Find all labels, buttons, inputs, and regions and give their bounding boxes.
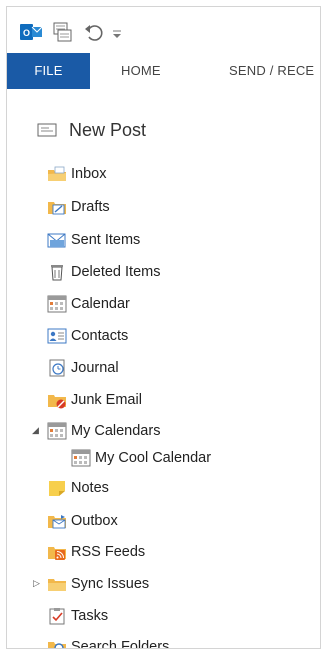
folder-label: Contacts <box>71 328 129 344</box>
folder-label: Tasks <box>71 608 109 624</box>
folder-search-folders[interactable]: Search Folders <box>47 635 170 649</box>
folder-label: Inbox <box>71 166 107 182</box>
outlook-logo-icon[interactable]: O <box>20 21 42 43</box>
journal-icon <box>49 359 65 377</box>
folder-label: Outbox <box>71 513 118 529</box>
folder-outbox[interactable]: Outbox <box>47 509 118 533</box>
drafts-icon <box>48 202 66 215</box>
folder-rss-feeds[interactable]: RSS Feeds <box>47 540 145 564</box>
search-folder-icon <box>48 642 66 648</box>
send-receive-all-icon[interactable] <box>51 21 73 43</box>
folder-deleted-items[interactable]: Deleted Items <box>47 260 160 284</box>
folder-sync-issues[interactable]: Sync Issues <box>47 572 149 596</box>
folder-contacts[interactable]: Contacts <box>47 324 128 348</box>
folder-my-calendars[interactable]: My Calendars <box>47 419 160 443</box>
rss-icon <box>48 547 66 560</box>
folder-label: Notes <box>71 480 109 496</box>
calendar-icon <box>47 422 67 440</box>
outbox-icon <box>48 515 66 529</box>
inbox-icon <box>48 166 66 181</box>
new-post-icon <box>37 123 57 137</box>
calendar-icon <box>71 449 91 467</box>
tasks-icon <box>49 608 65 625</box>
folder-my-cool-calendar[interactable]: My Cool Calendar <box>71 446 211 470</box>
junk-email-icon <box>48 395 66 409</box>
folder-inbox[interactable]: Inbox <box>47 162 106 186</box>
folder-journal[interactable]: Journal <box>47 356 119 380</box>
folder-label: My Cool Calendar <box>95 450 212 466</box>
notes-icon <box>49 481 65 496</box>
folder-icon <box>48 579 66 591</box>
folder-label: Journal <box>71 360 119 376</box>
folder-label: Deleted Items <box>71 264 161 280</box>
tab-file[interactable]: FILE <box>7 53 90 89</box>
folder-calendar[interactable]: Calendar <box>47 292 130 316</box>
folder-label: Calendar <box>71 296 130 312</box>
folder-sent-items[interactable]: Sent Items <box>47 228 140 252</box>
folder-tasks[interactable]: Tasks <box>47 604 108 628</box>
folder-notes[interactable]: Notes <box>47 476 109 500</box>
calendar-icon <box>47 295 67 313</box>
trash-icon <box>51 265 63 281</box>
folder-junk-email[interactable]: Junk Email <box>47 388 142 412</box>
folder-label: Sync Issues <box>71 576 150 592</box>
folder-label: Search Folders <box>71 639 170 649</box>
tab-send-receive[interactable]: SEND / RECE <box>229 53 314 89</box>
folder-drafts[interactable]: Drafts <box>47 195 110 219</box>
customize-toolbar-icon[interactable] <box>110 21 124 43</box>
undo-icon[interactable] <box>83 21 105 43</box>
collapse-caret-icon[interactable]: ◢ <box>32 425 42 435</box>
folder-label: Drafts <box>71 199 110 215</box>
sent-items-icon <box>47 233 66 248</box>
folder-label: Sent Items <box>71 232 141 248</box>
contacts-icon <box>47 328 67 344</box>
folder-label: My Calendars <box>71 423 161 439</box>
ribbon-tabs: FILE HOME SEND / RECE <box>7 53 320 89</box>
folder-label: Junk Email <box>71 392 142 408</box>
svg-text:O: O <box>23 28 30 38</box>
tab-home[interactable]: HOME <box>121 53 161 89</box>
new-post-label: New Post <box>69 119 147 140</box>
folder-label: RSS Feeds <box>71 544 146 560</box>
new-post-button[interactable]: New Post <box>37 115 146 145</box>
expand-caret-icon[interactable]: ▷ <box>33 578 43 588</box>
outlook-window: O FILE HOME SEND / RECE New Post Inbox D… <box>6 6 321 649</box>
quick-access-toolbar: O <box>7 7 320 53</box>
